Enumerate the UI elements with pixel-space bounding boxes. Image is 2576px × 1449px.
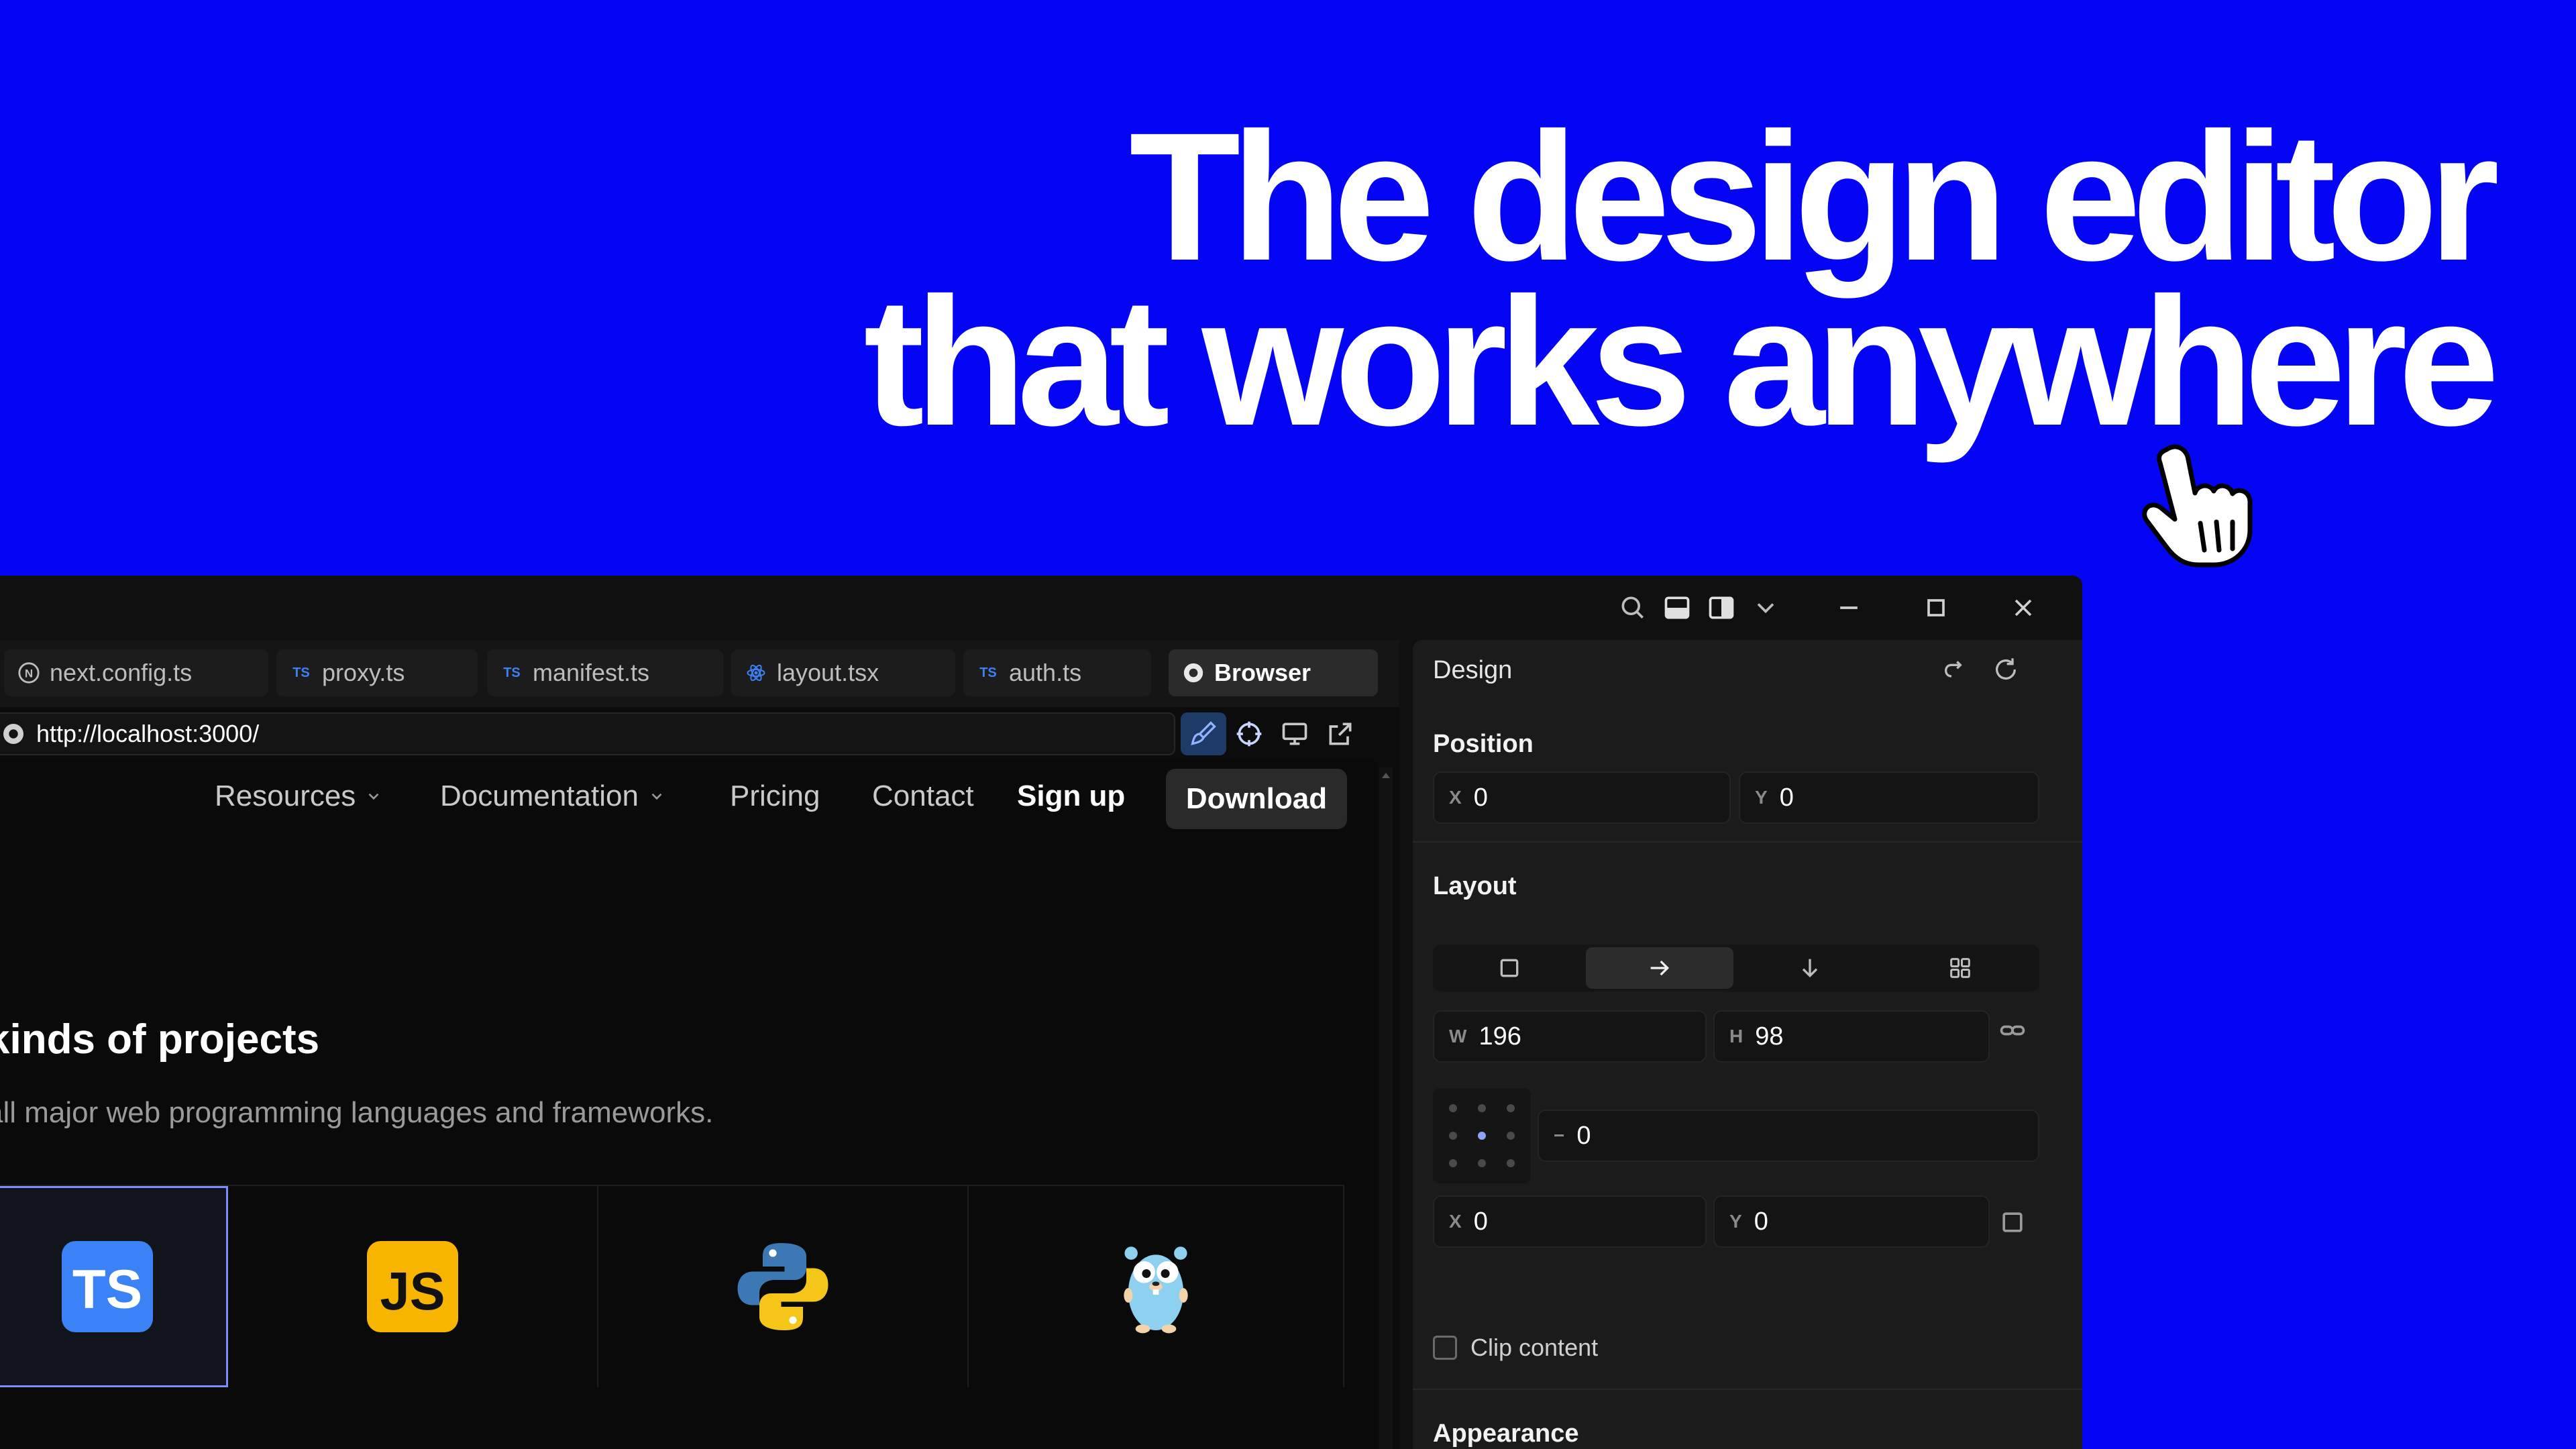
position-x-input[interactable]: X 0 xyxy=(1433,771,1731,824)
clip-content-checkbox[interactable]: Clip content xyxy=(1433,1334,1598,1362)
tab-layout[interactable]: layout.tsx xyxy=(731,649,955,696)
language-card-javascript[interactable]: JS xyxy=(228,1186,598,1387)
alignment-picker[interactable] xyxy=(1433,1088,1531,1183)
url-bar[interactable]: http://localhost:3000/ xyxy=(0,712,1175,755)
url-tools xyxy=(1181,712,1363,755)
svg-text:TS: TS xyxy=(72,1259,142,1320)
go-gopher-icon xyxy=(1124,1246,1188,1334)
title-bar xyxy=(0,576,2082,640)
layout-horizontal-button[interactable] xyxy=(1586,947,1733,989)
arrow-down-icon xyxy=(1802,959,1818,978)
padding-box-icon[interactable] xyxy=(1998,1208,2027,1237)
nav-signup[interactable]: Sign up xyxy=(1017,780,1125,813)
refresh-icon[interactable] xyxy=(1992,656,2019,683)
layout-vertical-button[interactable] xyxy=(1736,947,1884,989)
design-panel-title: Design xyxy=(1433,656,1513,684)
link-icon[interactable] xyxy=(1998,1016,2027,1045)
padding-x-input[interactable]: X 0 xyxy=(1433,1195,1707,1248)
scrollbar[interactable] xyxy=(1379,767,1393,1449)
nav-documentation[interactable]: Documentation xyxy=(440,780,665,813)
layout-grid-button[interactable] xyxy=(1886,947,2034,989)
maximize-icon[interactable] xyxy=(1919,590,1953,625)
tab-manifest[interactable]: TS manifest.ts xyxy=(487,649,723,696)
open-external-button[interactable] xyxy=(1318,712,1363,755)
browser-viewport: Resources Documentation Pricing Contact … xyxy=(0,761,1377,1449)
tab-bar: N next.config.ts TS proxy.ts TS manifest… xyxy=(0,640,1399,707)
nav-contact[interactable]: Contact xyxy=(872,780,974,813)
nav-resources[interactable]: Resources xyxy=(215,780,382,813)
arrow-right-icon xyxy=(1650,960,1670,976)
nextjs-icon: N xyxy=(17,661,40,684)
nav-pricing[interactable]: Pricing xyxy=(730,780,820,813)
headline: The design editor that works anywhere xyxy=(863,95,2500,464)
design-mode-button[interactable] xyxy=(1181,712,1226,755)
chevron-down-icon xyxy=(368,793,379,800)
language-grid: TS JS xyxy=(0,1185,1344,1387)
language-card-go[interactable] xyxy=(969,1186,1344,1387)
section-subtitle: all major web programming languages and … xyxy=(0,1096,714,1129)
react-icon xyxy=(745,661,767,684)
layout-none-button[interactable] xyxy=(1436,947,1583,989)
checkbox[interactable] xyxy=(1433,1336,1457,1360)
width-input[interactable]: W 196 xyxy=(1433,1010,1707,1063)
download-button[interactable]: Download xyxy=(1166,769,1347,829)
tab-browser[interactable]: Browser xyxy=(1169,649,1378,696)
svg-text:N: N xyxy=(25,667,33,680)
headline-line-2: that works anywhere xyxy=(863,260,2500,464)
gap-input[interactable]: − 0 xyxy=(1538,1110,2039,1162)
brush-icon xyxy=(1191,721,1216,745)
hand-cursor-icon xyxy=(2142,444,2253,568)
divider xyxy=(1413,1389,2082,1390)
svg-text:JS: JS xyxy=(380,1261,445,1321)
responsive-button[interactable] xyxy=(1272,712,1318,755)
search-icon[interactable] xyxy=(1615,590,1650,625)
url-text: http://localhost:3000/ xyxy=(36,720,260,747)
headline-line-1: The design editor xyxy=(1129,95,2500,299)
design-panel: Design Position X 0 Y 0 Layout W 196 H 9… xyxy=(1413,640,2082,1449)
typescript-icon: TS xyxy=(503,665,521,680)
minimize-icon[interactable] xyxy=(1831,590,1866,625)
crosshair-icon xyxy=(1236,721,1262,747)
tab-next-config[interactable]: N next.config.ts xyxy=(4,649,268,696)
redo-icon[interactable] xyxy=(1941,656,1968,683)
grid-icon xyxy=(1950,958,1970,978)
monitor-icon xyxy=(1282,722,1307,745)
inspect-button[interactable] xyxy=(1226,712,1272,755)
chevron-down-icon[interactable] xyxy=(1748,590,1783,625)
tab-proxy[interactable]: TS proxy.ts xyxy=(276,649,478,696)
language-card-python[interactable] xyxy=(598,1186,969,1387)
language-card-typescript[interactable]: TS xyxy=(0,1186,228,1387)
tab-auth[interactable]: TS auth.ts xyxy=(963,649,1151,696)
site-info-icon xyxy=(1,722,25,746)
editor-area: N next.config.ts TS proxy.ts TS manifest… xyxy=(0,640,1399,1449)
typescript-icon: TS xyxy=(292,665,310,680)
toggle-side-panel-icon[interactable] xyxy=(1704,590,1739,625)
typescript-icon: TS xyxy=(979,665,997,680)
appearance-heading: Appearance xyxy=(1433,1419,1579,1448)
app-window: N next.config.ts TS proxy.ts TS manifest… xyxy=(0,576,2082,1449)
toggle-bottom-panel-icon[interactable] xyxy=(1660,590,1695,625)
typescript-logo-icon: TS xyxy=(62,1241,153,1332)
divider xyxy=(1413,841,2082,843)
scroll-up-arrow-icon[interactable] xyxy=(1382,773,1390,778)
javascript-logo-icon: JS xyxy=(367,1241,458,1332)
layout-heading: Layout xyxy=(1433,872,1517,900)
python-logo-icon xyxy=(737,1243,828,1330)
height-input[interactable]: H 98 xyxy=(1713,1010,1990,1063)
layout-mode-selector xyxy=(1433,945,2039,991)
position-heading: Position xyxy=(1433,730,1534,758)
close-icon[interactable] xyxy=(2006,590,2041,625)
square-icon xyxy=(1500,959,1519,977)
external-link-icon xyxy=(1329,722,1352,745)
section-title: kinds of projects xyxy=(0,1016,320,1063)
chevron-down-icon xyxy=(651,793,662,800)
padding-y-input[interactable]: Y 0 xyxy=(1713,1195,1990,1248)
site-nav: Resources Documentation Pricing Contact … xyxy=(0,767,1377,829)
browser-icon xyxy=(1182,661,1205,684)
position-y-input[interactable]: Y 0 xyxy=(1739,771,2039,824)
